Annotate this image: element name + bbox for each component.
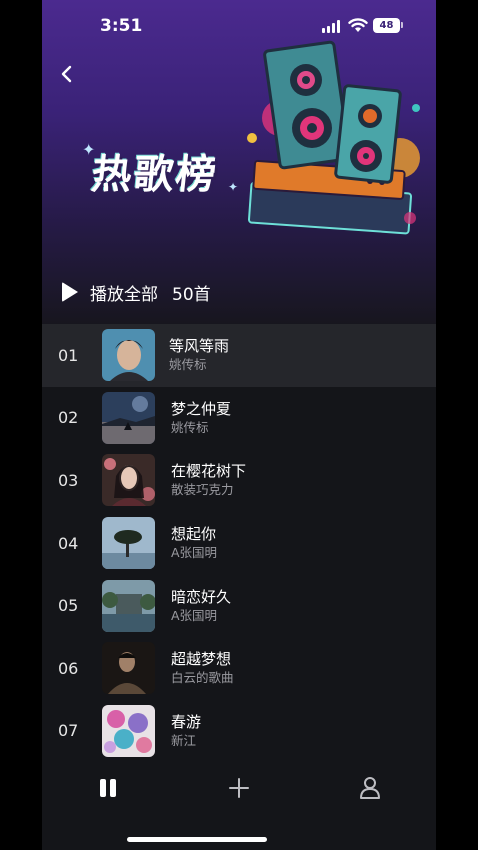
song-title: 想起你: [171, 525, 217, 544]
song-row[interactable]: 02 梦之仲夏 姚传标: [42, 387, 436, 450]
user-icon[interactable]: [359, 776, 381, 800]
album-cover: [102, 642, 155, 695]
plus-icon[interactable]: [228, 777, 250, 799]
song-artist: 姚传标: [169, 357, 207, 373]
status-time: 3:51: [100, 16, 143, 36]
song-title: 超越梦想: [171, 650, 232, 669]
pause-icon[interactable]: [99, 779, 117, 797]
song-index: 04: [58, 533, 79, 553]
sparkle-icon: ✦: [228, 180, 239, 194]
play-icon: [62, 282, 78, 302]
chart-header: 3:51 48 ✦ ✦ 热歌榜 播放全部 50首: [42, 0, 436, 325]
play-all-button[interactable]: 播放全部 50首: [62, 278, 211, 306]
song-artist: A张国明: [171, 545, 218, 561]
song-index: 05: [58, 596, 79, 616]
home-indicator: [127, 837, 267, 842]
album-cover: [102, 579, 155, 632]
song-index: 03: [58, 470, 79, 490]
battery-level: 48: [373, 18, 400, 33]
song-title: 等风等雨: [169, 337, 230, 356]
back-arrow-icon[interactable]: [56, 62, 80, 86]
song-artist: 新江: [171, 732, 197, 748]
song-title: 春游: [171, 712, 202, 731]
chart-title-art: 热歌榜: [89, 152, 220, 198]
battery-cap: [401, 22, 403, 28]
play-all-label: 播放全部: [90, 284, 158, 305]
wifi-icon: [348, 18, 368, 32]
song-row[interactable]: 04 想起你 A张国明: [42, 512, 436, 575]
song-artist: 白云的歌曲: [171, 670, 234, 686]
song-count: 50首: [172, 284, 211, 305]
song-row[interactable]: 01 等风等雨 姚传标: [42, 324, 436, 387]
speaker-illustration: [247, 40, 420, 235]
song-row[interactable]: 03 在樱花树下 散装巧克力: [42, 449, 436, 512]
album-cover: [102, 704, 155, 757]
song-row[interactable]: 05 暗恋好久 A张国明: [42, 574, 436, 637]
cellular-signal-icon: [322, 20, 342, 33]
album-cover: [102, 454, 155, 507]
album-cover: [102, 329, 155, 382]
song-row[interactable]: 07 春游 新江: [42, 700, 436, 763]
song-index: 07: [58, 721, 79, 741]
song-title: 暗恋好久: [171, 587, 232, 606]
song-title: 在樱花树下: [171, 462, 247, 481]
album-cover: [102, 391, 155, 444]
song-row[interactable]: 06 超越梦想 白云的歌曲: [42, 637, 436, 700]
song-artist: 散装巧克力: [171, 482, 234, 498]
song-list: 01 等风等雨 姚传标 02 梦之仲夏 姚传标 03 在樱花树下 散装巧克力 0…: [42, 324, 436, 762]
song-artist: 姚传标: [171, 419, 209, 435]
song-index: 06: [58, 658, 79, 678]
phone-screen: 3:51 48 ✦ ✦ 热歌榜 播放全部 50首 01 等风等雨 姚传标 02 …: [42, 0, 436, 850]
album-cover: [102, 517, 155, 570]
song-artist: A张国明: [171, 607, 218, 623]
song-index: 02: [58, 408, 79, 428]
song-title: 梦之仲夏: [171, 399, 232, 418]
song-index: 01: [58, 345, 79, 365]
